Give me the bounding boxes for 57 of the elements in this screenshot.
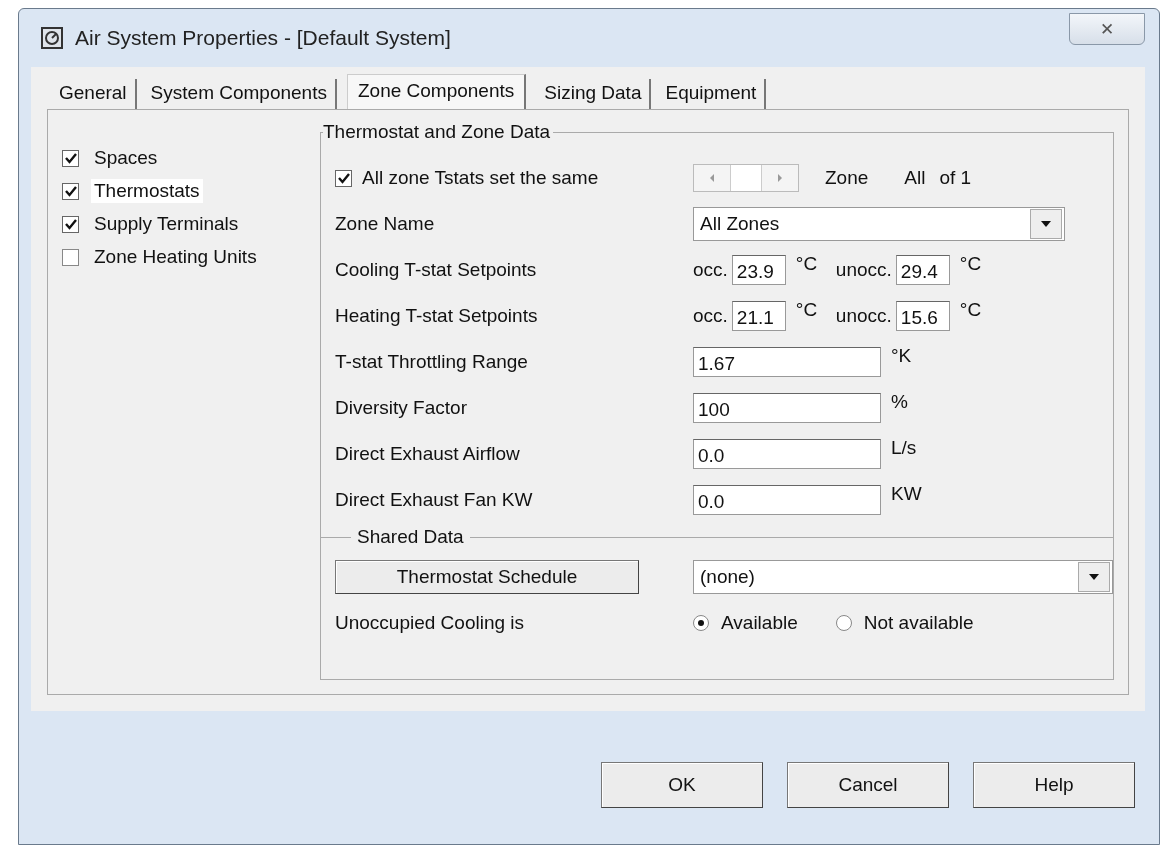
unit-label: KW (891, 483, 922, 505)
unit-label: % (891, 391, 908, 413)
scroll-thumb[interactable] (730, 165, 762, 191)
schedule-button[interactable]: Thermostat Schedule (335, 560, 639, 594)
unit-label: °K (891, 345, 912, 367)
zone-value: All (904, 167, 926, 189)
window-title: Air System Properties - [Default System] (75, 26, 452, 50)
unit-label: °C (959, 299, 983, 321)
checkbox-label[interactable]: Thermostats (91, 179, 203, 203)
field-label: Diversity Factor (335, 397, 468, 419)
occupied-label: occ. (693, 259, 728, 281)
checkbox[interactable] (62, 182, 79, 200)
field-label: T-stat Throttling Range (335, 351, 529, 373)
zone-name-dropdown[interactable]: All Zones (693, 207, 1065, 241)
checkbox-label[interactable]: Zone Heating Units (91, 245, 260, 269)
field-label: Unoccupied Cooling is (335, 612, 526, 634)
unit-label: L/s (891, 437, 917, 459)
input-field[interactable]: 23.9 (731, 255, 786, 285)
schedule-dropdown[interactable]: (none) (693, 560, 1113, 594)
checkbox[interactable] (62, 215, 79, 233)
unit-label: °C (795, 299, 819, 321)
field-label: Heating T-stat Setpoints (335, 305, 539, 327)
zone-label: Zone (825, 167, 869, 189)
app-icon (41, 27, 63, 49)
tab[interactable]: Zone Components (346, 74, 527, 109)
checkbox[interactable] (62, 248, 79, 266)
input-field[interactable]: 21.1 (731, 301, 786, 331)
field-label: Direct Exhaust Airflow (335, 443, 521, 465)
zone-scrollbar[interactable] (693, 164, 799, 192)
input-field[interactable]: 0.0 (693, 485, 881, 515)
input-field[interactable]: 1.67 (693, 347, 881, 377)
radio-button[interactable] (693, 615, 709, 631)
radio-button[interactable] (835, 615, 852, 631)
dialog-button[interactable]: Help (973, 762, 1135, 808)
unoccupied-label: unocc. (835, 259, 892, 281)
zone-count: of 1 (939, 167, 972, 189)
input-field[interactable]: 29.4 (895, 255, 950, 285)
checkbox-label[interactable]: Spaces (91, 146, 161, 170)
unit-label: °C (959, 253, 983, 275)
unit-label: °C (795, 253, 819, 275)
field-label: Zone Name (335, 213, 436, 235)
field-label: Direct Exhaust Fan KW (335, 489, 534, 511)
input-field[interactable]: 0.0 (693, 439, 881, 469)
unoccupied-label: unocc. (835, 305, 892, 327)
input-field[interactable]: 100 (693, 393, 881, 423)
checkbox[interactable] (335, 169, 352, 187)
field-label: Cooling T-stat Setpoints (335, 259, 538, 281)
dialog-button[interactable]: OK (601, 762, 763, 808)
checkbox-label[interactable]: All zone Tstats set the same (362, 167, 599, 189)
dialog-button[interactable]: Cancel (787, 762, 949, 808)
radio-label[interactable]: Available (721, 612, 798, 634)
occupied-label: occ. (693, 305, 728, 327)
radio-label[interactable]: Not available (863, 612, 974, 634)
close-button[interactable]: ✕ (1069, 13, 1145, 45)
checkbox-label[interactable]: Supply Terminals (91, 212, 242, 236)
input-field[interactable]: 15.6 (895, 301, 950, 331)
checkbox[interactable] (62, 149, 79, 167)
